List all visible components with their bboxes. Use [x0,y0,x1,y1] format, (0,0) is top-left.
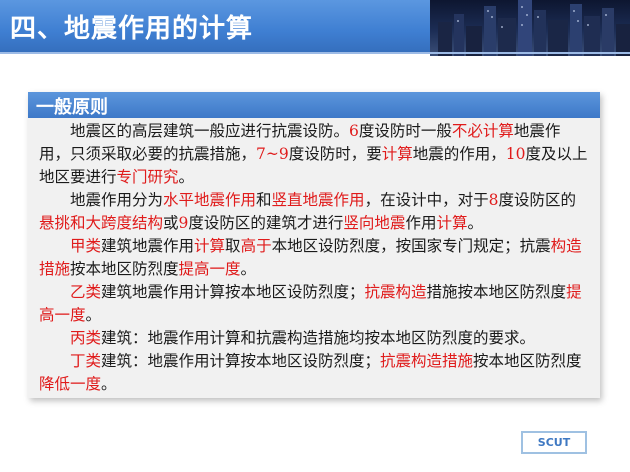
text-run: 建筑地震作用 [101,237,195,255]
text-run: 。 [101,375,117,393]
text-run: 按本地区防烈度 [473,352,582,370]
section-title: 一般原则 [36,97,108,118]
highlight-run: 竖直地震作用 [271,191,365,209]
highlight-run: 不必计算 [451,122,514,140]
text-run: 。 [85,306,102,324]
text-run: 。 [240,260,257,278]
highlight-run: 8 [488,191,499,209]
highlight-run: 计算 [381,145,413,163]
highlight-run: 抗震构造措施 [380,352,474,370]
text-run: 度设防时一般 [358,122,452,140]
text-run: 。 [178,168,195,186]
highlight-run: 乙类 [70,283,102,301]
text-run: 措施按本地区防烈度 [426,283,567,301]
slide-header: 四、地震作用的计算 [0,0,630,56]
text-run: 度设防区的建筑才进行 [188,214,344,232]
text-run: 建筑：地震作用计算按本地区设防烈度； [101,352,381,370]
paragraph-6: 丁类建筑：地震作用计算按本地区设防烈度；抗震构造措施按本地区防烈度降低一度。 [39,350,589,396]
paragraph-1: 地震区的高层建筑一般应进行抗震设防。6度设防时一般不必计算地震作用，只须采取必要… [39,120,589,189]
highlight-run: 水平地震作用 [163,191,257,209]
highlight-run: 计算 [194,237,226,255]
text-run: 或 [163,214,179,232]
highlight-run: 甲类 [70,237,102,255]
text-run: 和 [256,191,272,209]
highlight-run: 9 [178,214,189,232]
text-run: 本地区设防烈度，按国家专门规定；抗震 [271,237,551,255]
slide-title: 四、地震作用的计算 [10,14,254,44]
text-run: 。 [519,329,536,347]
highlight-run: 降低一度 [39,375,102,393]
skyline-graphic [438,0,630,56]
text-run: 按本地区防烈度 [70,260,179,278]
highlight-run: 6 [349,122,359,140]
text-run: 建筑：地震作用计算和抗震构造措施均按本地区防烈度的要求 [101,329,520,347]
city-skyline-image [430,0,630,56]
highlight-run: 丁类 [70,352,102,370]
highlight-run: 竖向地震 [343,214,406,232]
text-run: 地震作用分为 [70,191,164,209]
highlight-run: 7~9 [256,145,289,163]
highlight-run: 高于 [240,237,272,255]
text-run: 取 [225,237,241,255]
body-text: 地震区的高层建筑一般应进行抗震设防。6度设防时一般不必计算地震作用，只须采取必要… [39,120,589,396]
section-header: 一般原则 [28,92,600,118]
paragraph-3: 甲类建筑地震作用计算取高于本地区设防烈度，按国家专门规定；抗震构造措施按本地区防… [39,235,589,281]
text-run: 。 [467,214,483,232]
text-run: 度设防时，要 [288,145,382,163]
text-run: 地震的作用， [412,145,506,163]
highlight-run: 10 [505,145,526,163]
highlight-run: 提高一度 [178,260,241,278]
highlight-run: 丙类 [70,329,102,347]
highlight-run: 悬挑和大跨度结构 [39,214,164,232]
paragraph-2: 地震作用分为水平地震作用和竖直地震作用，在设计中，对于8度设防区的悬挑和大跨度结… [39,189,589,235]
paragraph-4: 乙类建筑地震作用计算按本地区设防烈度；抗震构造措施按本地区防烈度提高一度。 [39,281,589,327]
text-run: 地震区的高层建筑一般应进行抗震设防。 [70,122,350,140]
text-run: 作用 [405,214,437,232]
text-run: ，在设计中，对于 [364,191,489,209]
text-run: 度设防区的 [498,191,576,209]
content-panel: 一般原则 地震区的高层建筑一般应进行抗震设防。6度设防时一般不必计算地震作用，只… [28,92,600,398]
highlight-run: 计算 [436,214,468,232]
text-run: 建筑地震作用计算按本地区设防烈度； [101,283,365,301]
scut-logo: SCUT [521,431,587,454]
highlight-run: 专门研究 [116,168,179,186]
paragraph-5: 丙类建筑：地震作用计算和抗震构造措施均按本地区防烈度的要求。 [39,327,589,350]
header-divider [0,52,630,54]
highlight-run: 抗震构造 [364,283,427,301]
